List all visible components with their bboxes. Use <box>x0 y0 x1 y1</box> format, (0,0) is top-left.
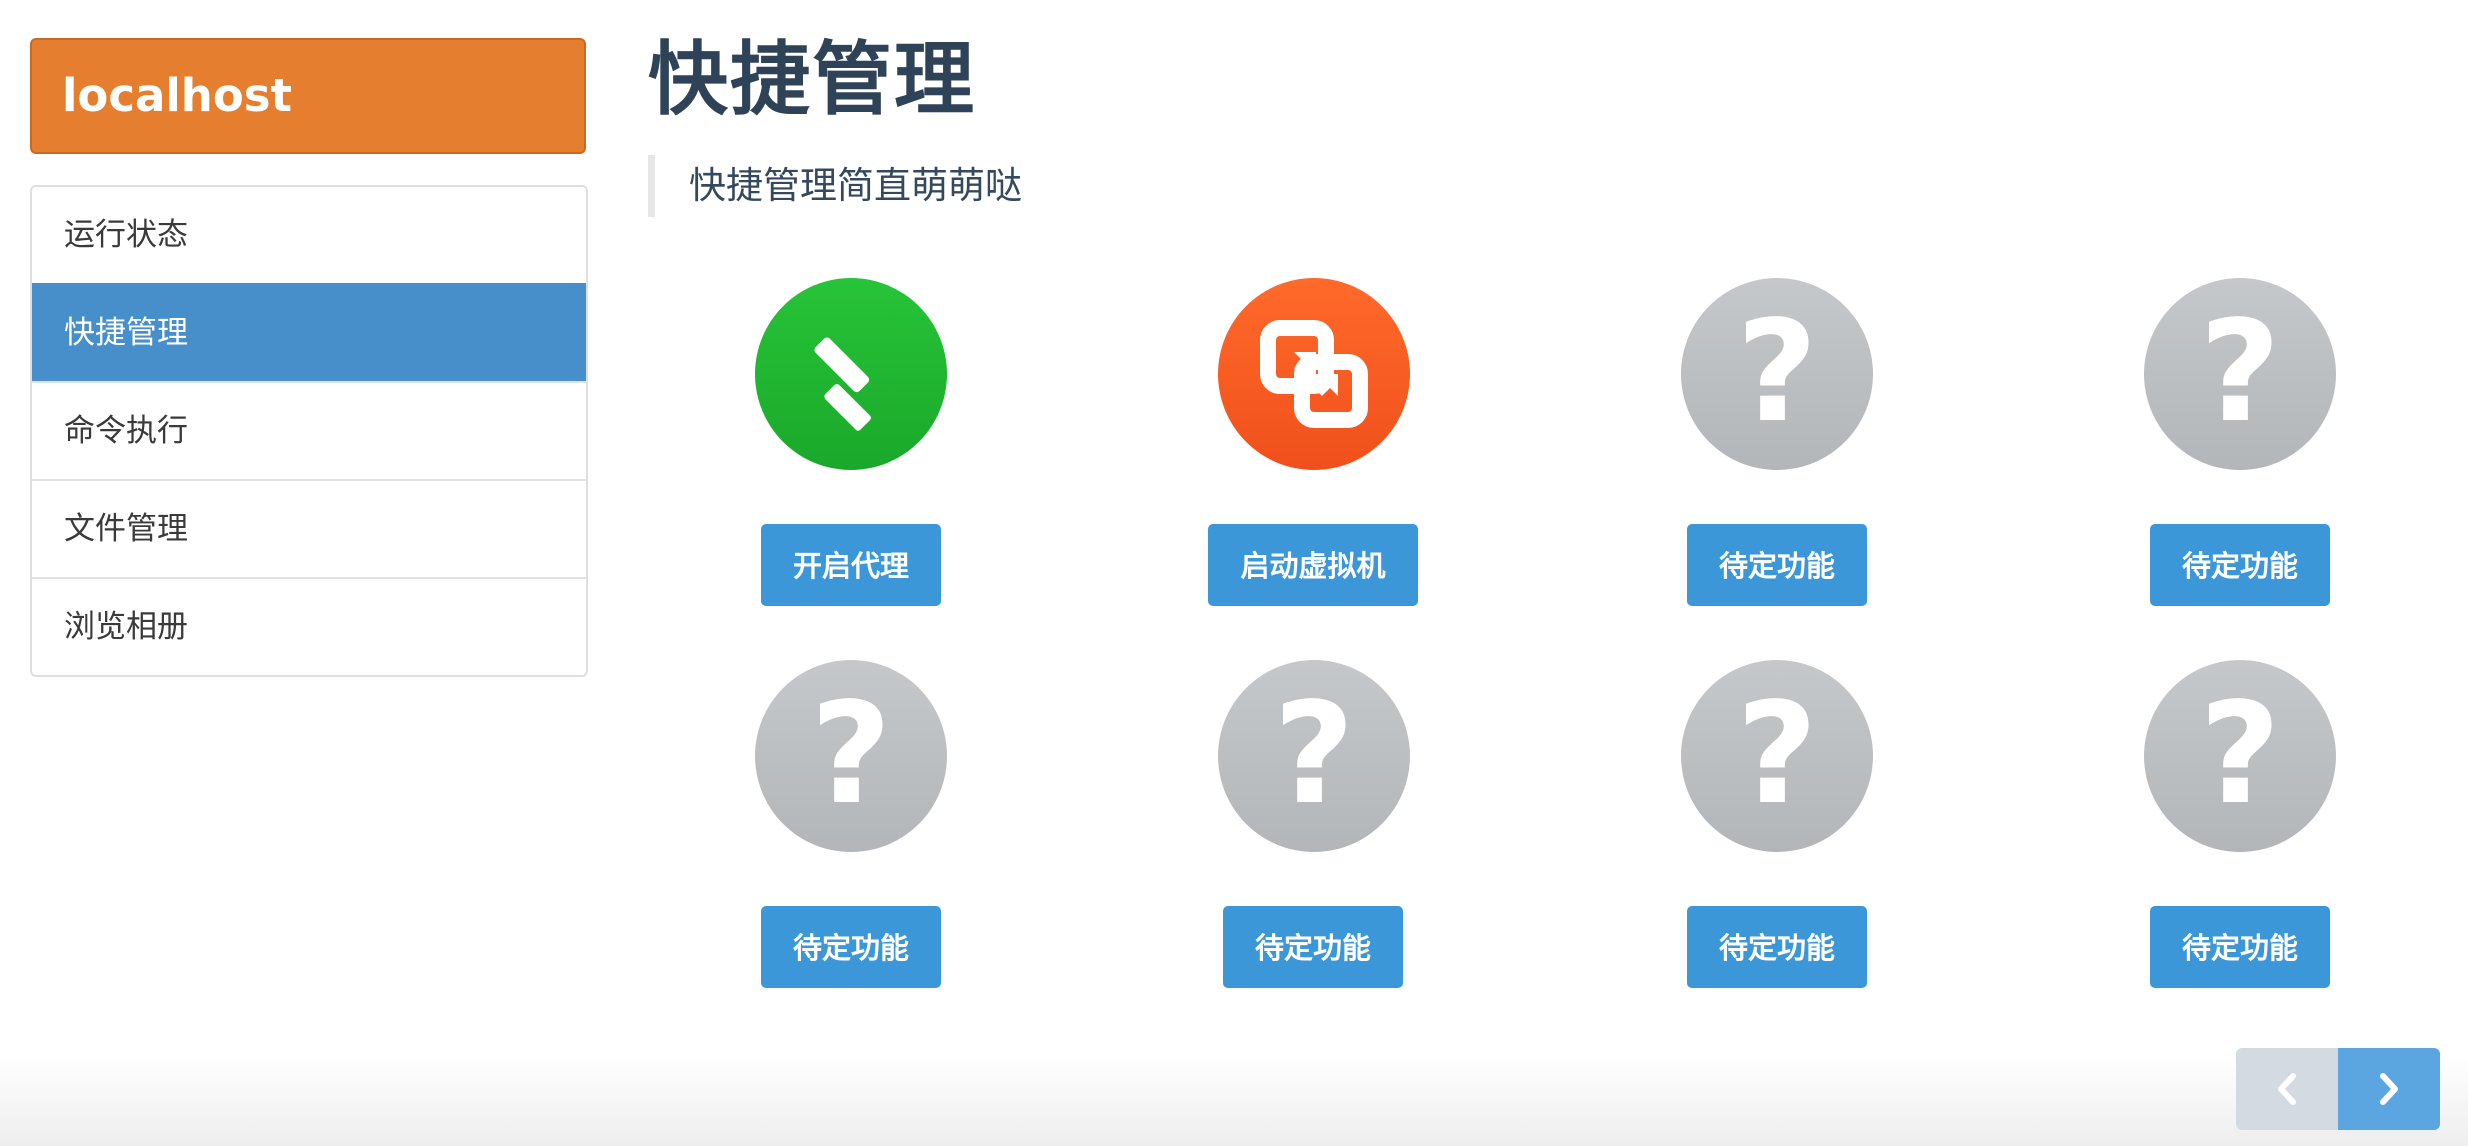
svg-text:?: ? <box>1736 291 1817 454</box>
svg-text:?: ? <box>2199 673 2280 836</box>
page: localhost 运行状态 快捷管理 命令执行 文件管理 浏览相册 快捷管理 … <box>0 0 2468 1146</box>
sidebar-item-album[interactable]: 浏览相册 <box>32 577 586 675</box>
page-title: 快捷管理 <box>648 33 976 126</box>
sidebar-item-quick-manage[interactable]: 快捷管理 <box>32 283 586 381</box>
page-subtitle: 快捷管理简直萌萌哒 <box>648 155 1022 217</box>
svg-text:?: ? <box>810 673 891 836</box>
pending-feature-button[interactable]: 待定功能 <box>2150 524 2330 606</box>
pending-feature-button[interactable]: 待定功能 <box>761 906 941 988</box>
question-icon[interactable]: ? <box>2144 660 2336 852</box>
feedly-icon[interactable] <box>755 278 947 470</box>
question-icon[interactable]: ? <box>1218 660 1410 852</box>
bottom-shadow <box>0 1056 2468 1146</box>
svg-text:?: ? <box>1273 673 1354 836</box>
svg-text:?: ? <box>2199 291 2280 454</box>
sidebar-nav: 运行状态 快捷管理 命令执行 文件管理 浏览相册 <box>30 185 588 677</box>
virtualbox-swap-icon[interactable] <box>1218 278 1410 470</box>
pending-feature-button[interactable]: 待定功能 <box>1687 906 1867 988</box>
brand-header[interactable]: localhost <box>30 38 586 154</box>
question-icon[interactable]: ? <box>1681 278 1873 470</box>
pending-feature-button[interactable]: 待定功能 <box>1687 524 1867 606</box>
chevron-right-icon <box>2380 1073 2398 1105</box>
svg-text:?: ? <box>1736 673 1817 836</box>
start-vm-button[interactable]: 启动虚拟机 <box>1208 524 1418 606</box>
sidebar-item-files[interactable]: 文件管理 <box>32 479 586 577</box>
sidebar-item-command[interactable]: 命令执行 <box>32 381 586 479</box>
chevron-left-icon <box>2278 1073 2296 1105</box>
prev-page-button[interactable] <box>2236 1048 2338 1130</box>
question-icon[interactable]: ? <box>755 660 947 852</box>
pending-feature-button[interactable]: 待定功能 <box>2150 906 2330 988</box>
question-icon[interactable]: ? <box>1681 660 1873 852</box>
start-proxy-button[interactable]: 开启代理 <box>761 524 941 606</box>
pending-feature-button[interactable]: 待定功能 <box>1223 906 1403 988</box>
question-icon[interactable]: ? <box>2144 278 2336 470</box>
next-page-button[interactable] <box>2338 1048 2440 1130</box>
sidebar-item-status[interactable]: 运行状态 <box>32 187 586 283</box>
pager <box>2236 1048 2440 1130</box>
